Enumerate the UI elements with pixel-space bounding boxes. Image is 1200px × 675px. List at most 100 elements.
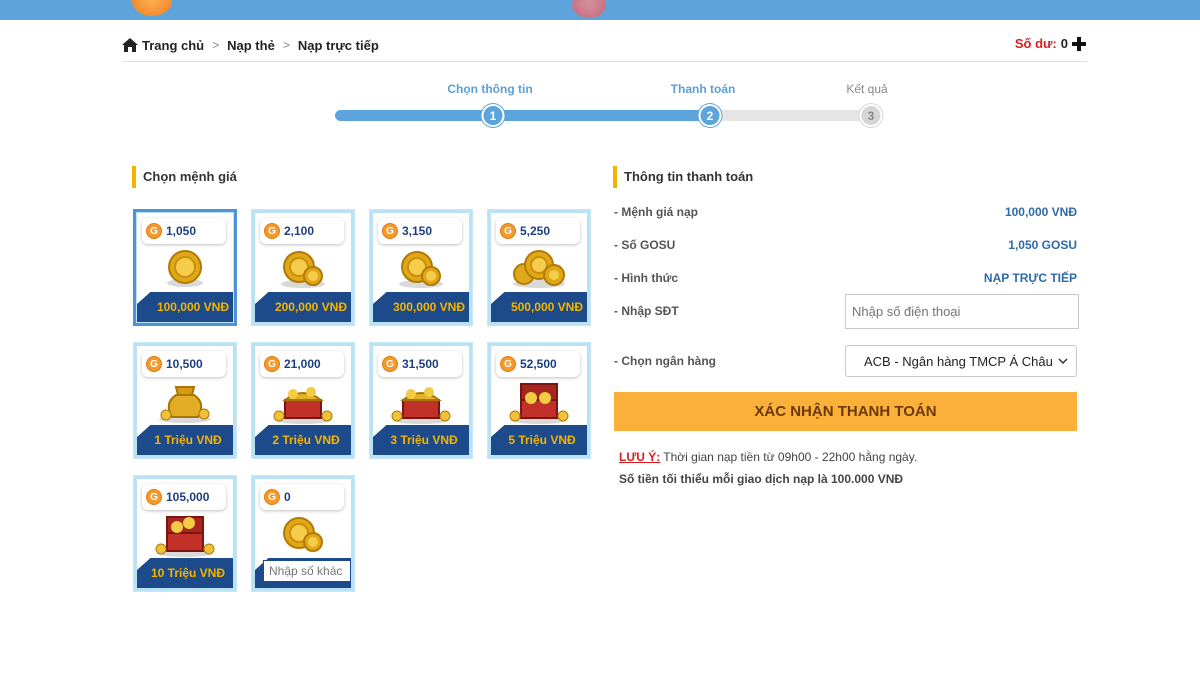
gosu-amount: 0: [284, 490, 291, 504]
info-key: - Mệnh giá nạp: [614, 205, 698, 219]
step-dot-3: 3: [859, 104, 883, 127]
breadcrumb: Trang chủ > Nạp thẻ > Nạp trực tiếp: [122, 36, 379, 54]
gosu-amount: 10,500: [166, 357, 203, 371]
home-icon[interactable]: [122, 38, 138, 52]
info-key: - Hình thức: [614, 271, 679, 285]
gosu-amount-pill: G 10,500: [142, 351, 226, 377]
step-label-choose-info: Chọn thông tin: [447, 82, 533, 96]
denomination-card[interactable]: G 52,500 5 Triệu VNĐ: [487, 342, 591, 459]
gosu-coin-icon: G: [382, 356, 398, 372]
denomination-section-title: Chọn mệnh giá: [132, 166, 237, 188]
price-label: 5 Triệu VNĐ: [491, 425, 587, 455]
gosu-coin-icon: G: [382, 223, 398, 239]
info-row-gosu: - Số GOSU 1,050 GOSU: [614, 235, 1077, 255]
top-header-bar: [0, 0, 1200, 20]
price-label: 300,000 VNĐ: [373, 292, 469, 322]
progress-steps: Chọn thông tin Thanh toán Kết quả 1 2 3: [0, 80, 1200, 130]
gosu-amount: 1,050: [166, 224, 197, 238]
treasure-chest-icon: [137, 513, 233, 557]
breadcrumb-topup[interactable]: Nạp thẻ: [227, 38, 275, 53]
gosu-amount-pill: G 105,000: [142, 484, 226, 510]
denomination-card[interactable]: G 3,150 300,000 VNĐ: [369, 209, 473, 326]
info-value: 100,000 VNĐ: [1004, 205, 1077, 219]
coin-double-icon: [255, 247, 351, 291]
info-row-method: - Hình thức NẠP TRỰC TIẾP: [614, 268, 1077, 288]
price-label: 200,000 VNĐ: [255, 292, 351, 322]
denomination-card-custom[interactable]: G0: [251, 475, 355, 592]
denomination-card[interactable]: G 2,100 200,000 VNĐ: [251, 209, 355, 326]
price-label: 500,000 VNĐ: [491, 292, 587, 322]
notice-hours: Thời gian nạp tiền từ 09h00 - 22h00 hằng…: [663, 450, 918, 464]
progress-track-remaining: [700, 110, 882, 121]
notice-warning-label: LƯU Ý:: [619, 450, 661, 464]
gosu-amount-pill: G 31,500: [378, 351, 462, 377]
step-label-result: Kết quả: [846, 82, 888, 96]
gosu-amount: 31,500: [402, 357, 439, 371]
gosu-coin-icon: G: [146, 356, 162, 372]
custom-amount-input[interactable]: [263, 560, 351, 582]
info-value: 1,050 GOSU: [1008, 238, 1077, 252]
denomination-card[interactable]: G 105,000 10 Triệu VNĐ: [133, 475, 237, 592]
divider: [122, 61, 1087, 62]
gosu-amount: 52,500: [520, 357, 557, 371]
gosu-amount-pill: G 1,050: [142, 218, 226, 244]
gosu-coin-icon: G: [264, 223, 280, 239]
gosu-coin-icon: G: [500, 223, 516, 239]
step-dot-2: 2: [698, 104, 722, 127]
site-logo[interactable]: [132, 0, 172, 16]
denomination-card[interactable]: G 1,050 100,000 VNĐ: [133, 209, 237, 326]
coin-sack-icon: [137, 380, 233, 424]
header-decoration: [572, 0, 606, 18]
price-label: 3 Triệu VNĐ: [373, 425, 469, 455]
info-row-bank: - Chọn ngân hàng: [614, 351, 834, 371]
balance-label: Số dư:: [1014, 36, 1057, 51]
bank-selected-value: ACB - Ngân hàng TMCP Á Châu: [864, 353, 1053, 369]
denomination-card[interactable]: G 5,250 500,000 VNĐ: [487, 209, 591, 326]
coin-double-icon: [255, 513, 351, 557]
coin-triple-icon: [491, 247, 587, 291]
breadcrumb-direct-topup: Nạp trực tiếp: [297, 37, 379, 53]
progress-track-complete: [335, 110, 715, 121]
notice-minimum: Số tiền tối thiểu mỗi giao dịch nạp là 1…: [619, 472, 904, 486]
price-label: 2 Triệu VNĐ: [255, 425, 351, 455]
coin-single-icon: [137, 247, 233, 291]
phone-label: - Nhập SĐT: [614, 304, 679, 318]
phone-input[interactable]: [845, 294, 1079, 329]
bank-select[interactable]: ACB - Ngân hàng TMCP Á Châu: [845, 345, 1077, 377]
gosu-amount: 2,100: [284, 224, 315, 238]
balance-display: Số dư: 0: [1015, 36, 1086, 51]
gosu-coin-icon: G: [500, 356, 516, 372]
info-row-phone: - Nhập SĐT: [614, 301, 834, 321]
step-dot-1: 1: [481, 104, 505, 127]
bank-label: - Chọn ngân hàng: [614, 354, 716, 368]
step-label-payment: Thanh toán: [670, 82, 736, 96]
gosu-amount-pill: G 5,250: [496, 218, 580, 244]
info-value: NẠP TRỰC TIẾP: [983, 271, 1077, 285]
breadcrumb-home[interactable]: Trang chủ: [142, 38, 204, 53]
chevron-down-icon: [1058, 358, 1068, 365]
confirm-payment-button[interactable]: XÁC NHẬN THANH TOÁN: [614, 392, 1077, 431]
denomination-card[interactable]: G 10,500 1 Triệu VNĐ: [133, 342, 237, 459]
denomination-card[interactable]: G 31,500 3 Triệu VNĐ: [369, 342, 473, 459]
coin-double-icon: [373, 247, 469, 291]
gosu-coin-icon: G: [264, 356, 280, 372]
plus-icon[interactable]: [1072, 36, 1086, 51]
breadcrumb-separator: >: [282, 38, 290, 52]
breadcrumb-separator: >: [212, 38, 220, 52]
gosu-amount: 5,250: [520, 224, 551, 238]
gosu-amount-pill: G 2,100: [260, 218, 344, 244]
gosu-amount-pill: G 3,150: [378, 218, 462, 244]
payment-info-title: Thông tin thanh toán: [613, 166, 753, 188]
price-label: 100,000 VNĐ: [137, 292, 233, 322]
gosu-amount-pill: G 52,500: [496, 351, 580, 377]
treasure-chest-icon: [491, 380, 587, 424]
gosu-amount: 105,000: [166, 490, 210, 504]
price-label: 1 Triệu VNĐ: [137, 425, 233, 455]
gosu-amount: 21,000: [284, 357, 321, 371]
info-key: - Số GOSU: [614, 238, 676, 252]
info-row-denomination: - Mệnh giá nạp 100,000 VNĐ: [614, 202, 1077, 222]
gosu-coin-icon: G: [264, 489, 280, 505]
denomination-card[interactable]: G 21,000 2 Triệu VNĐ: [251, 342, 355, 459]
price-label: 10 Triệu VNĐ: [137, 558, 233, 588]
gosu-amount-pill: G 21,000: [260, 351, 344, 377]
